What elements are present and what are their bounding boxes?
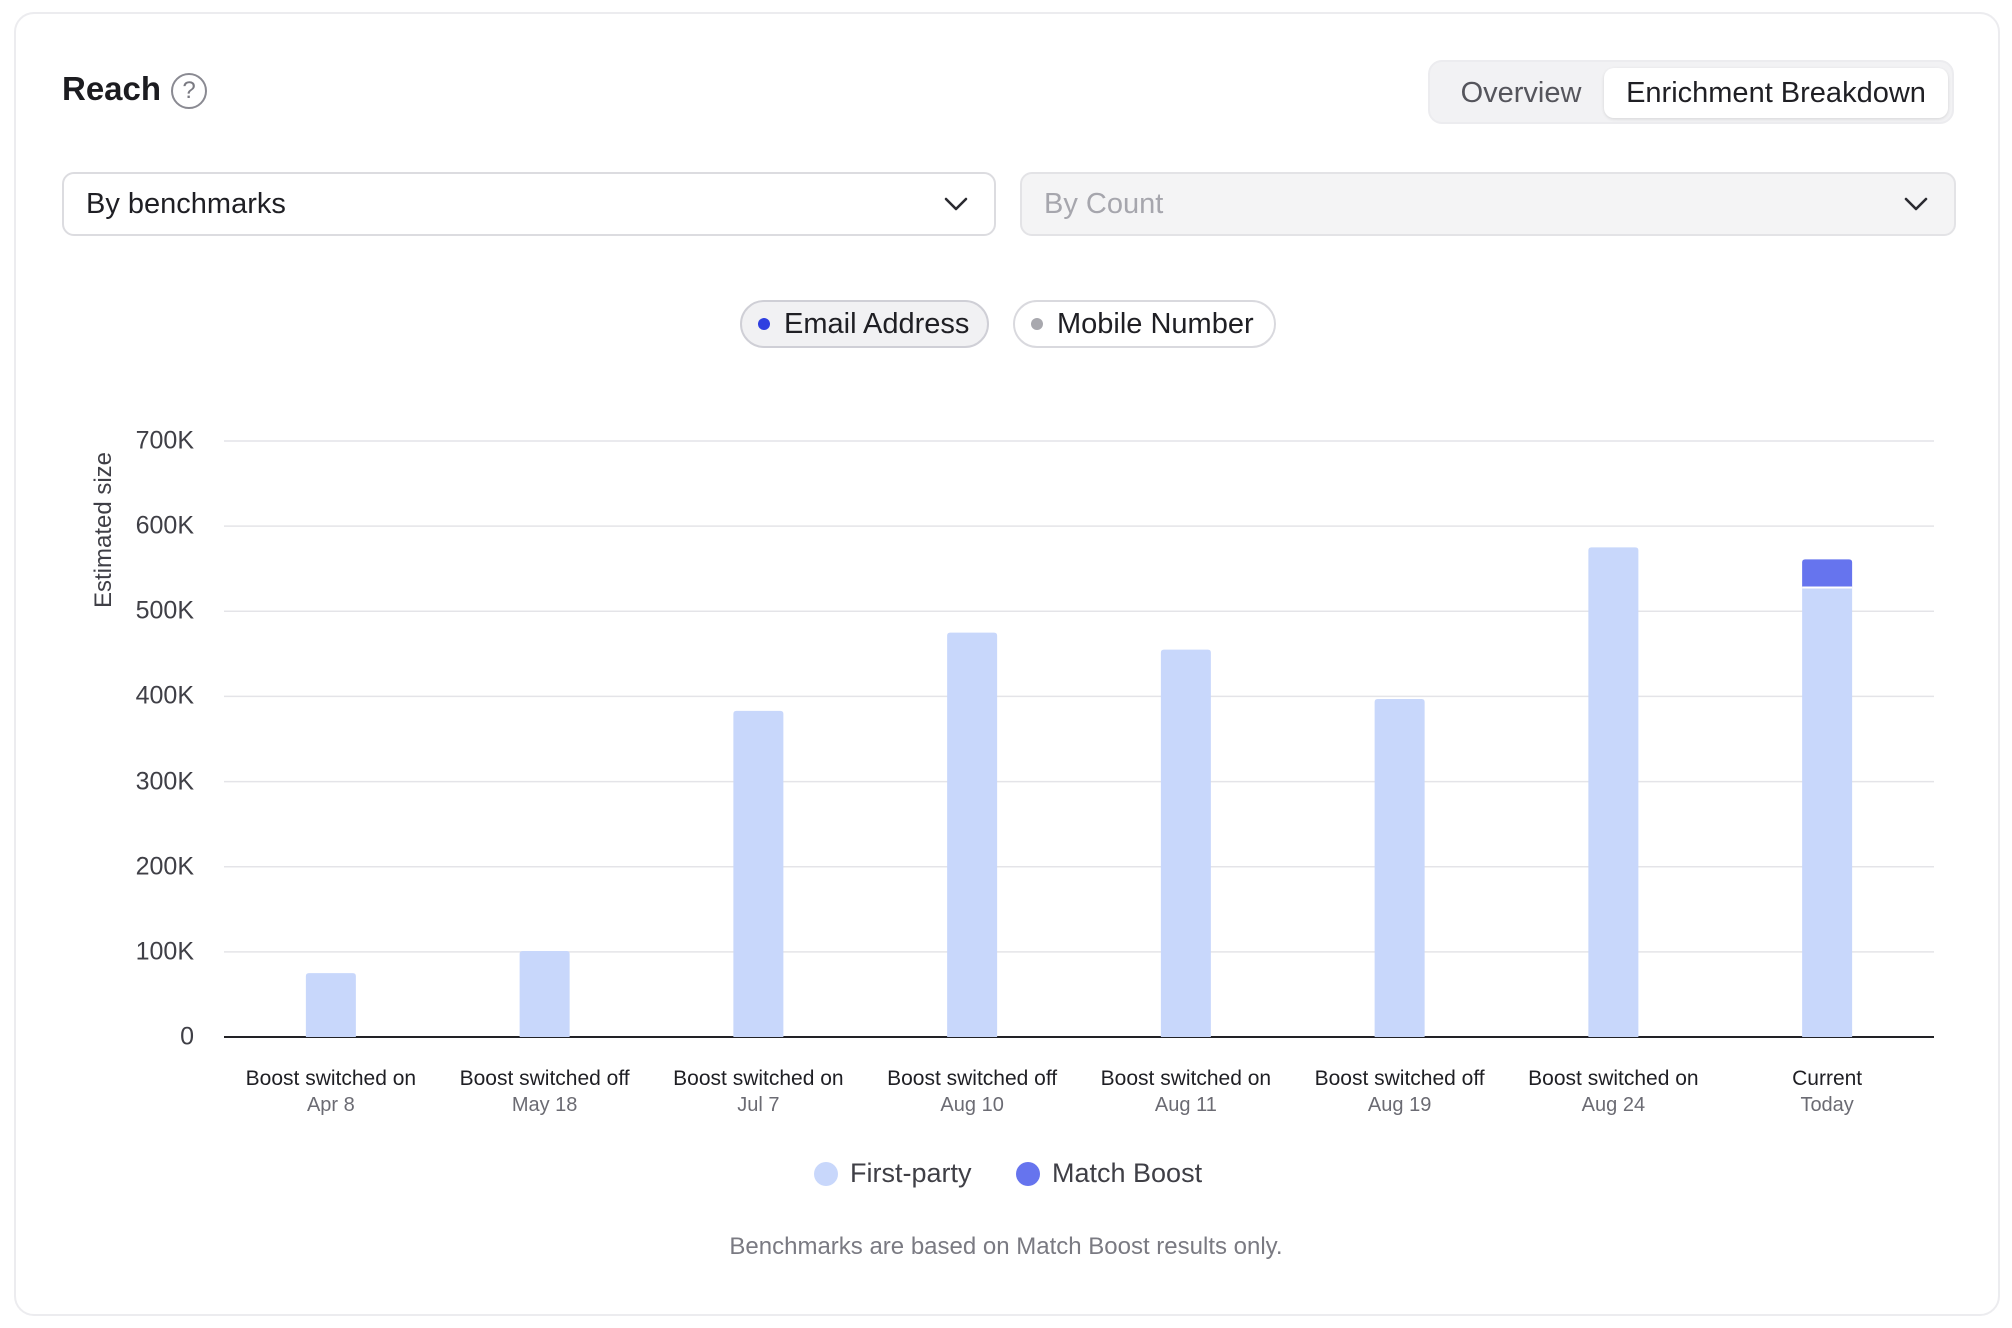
x-tick-sublabel: Aug 24 (1581, 1094, 1646, 1116)
bar-first-party[interactable] (947, 632, 998, 1037)
legend-swatch-icon (814, 1161, 838, 1186)
x-tick-label: Boost switched off (1314, 1067, 1485, 1090)
x-tick-sublabel: Apr 8 (306, 1094, 355, 1116)
legend-first-party: First-party (814, 1158, 972, 1189)
x-tick-sublabel: Aug 19 (1367, 1094, 1432, 1116)
x-tick-label: Boost switched on (1100, 1067, 1272, 1090)
bar-chart (224, 440, 1934, 1038)
footnote: Benchmarks are based on Match Boost resu… (729, 1233, 1283, 1260)
x-tick-sublabel: Aug 11 (1154, 1094, 1217, 1116)
x-tick-label: Boost switched off (459, 1067, 630, 1090)
x-tick-label: Boost switched on (1528, 1067, 1699, 1090)
legend-label: First-party (850, 1158, 972, 1188)
x-tick-sublabel: Aug 10 (940, 1094, 1004, 1116)
x-tick-sublabel: Today (1800, 1094, 1854, 1116)
bar-first-party[interactable] (519, 951, 570, 1037)
x-tick-label: Current (1792, 1067, 1863, 1090)
bar-first-party[interactable] (1374, 698, 1425, 1037)
x-tick-sublabel: Jul 7 (737, 1094, 780, 1116)
legend-swatch-icon (1016, 1161, 1040, 1186)
x-tick-label: Boost switched off (887, 1067, 1058, 1090)
bar-first-party[interactable] (1160, 649, 1211, 1037)
bar-first-party[interactable] (733, 710, 784, 1037)
bar-first-party[interactable] (1802, 587, 1853, 1037)
bar-match-boost[interactable] (1802, 559, 1853, 588)
x-tick-sublabel: May 18 (511, 1094, 578, 1116)
x-tick-label: Boost switched on (673, 1067, 844, 1090)
bar-first-party[interactable] (305, 973, 356, 1037)
legend-label: Match Boost (1052, 1158, 1203, 1188)
x-tick-label: Boost switched on (245, 1067, 417, 1090)
bar-first-party[interactable] (1588, 547, 1639, 1037)
legend-match-boost: Match Boost (1016, 1158, 1202, 1189)
